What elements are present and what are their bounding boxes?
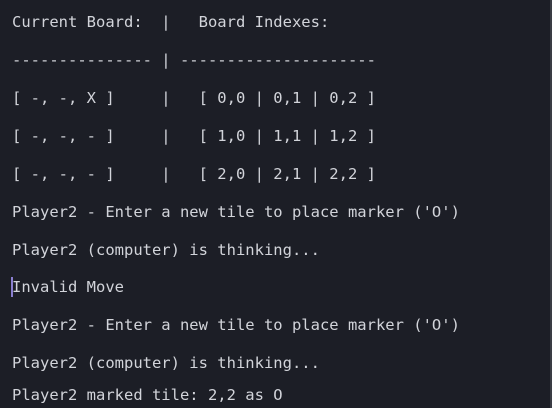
thinking-line-1: Player2 (computer) is thinking... (12, 241, 320, 259)
invalid-move-line: Invalid Move (12, 278, 124, 296)
prompt-line-1: Player2 - Enter a new tile to place mark… (12, 203, 460, 221)
board-row-1-line: [ -, -, - ] | [ 1,0 | 1,1 | 1,2 ] (12, 127, 376, 145)
board-row-2-line: [ -, -, - ] | [ 2,0 | 2,1 | 2,2 ] (12, 165, 376, 183)
prompt-line-2: Player2 - Enter a new tile to place mark… (12, 316, 460, 334)
terminal-output[interactable]: Current Board: | Board Indexes: --------… (0, 0, 552, 408)
thinking-line-2: Player2 (computer) is thinking... (12, 354, 320, 372)
text-cursor (11, 277, 13, 297)
board-header-line: Current Board: | Board Indexes: (12, 13, 330, 31)
marked-tile-line: Player2 marked tile: 2,2 as O (12, 386, 283, 404)
board-separator-line: --------------- | --------------------- (12, 51, 376, 69)
board-row-0-line: [ -, -, X ] | [ 0,0 | 0,1 | 0,2 ] (12, 89, 376, 107)
